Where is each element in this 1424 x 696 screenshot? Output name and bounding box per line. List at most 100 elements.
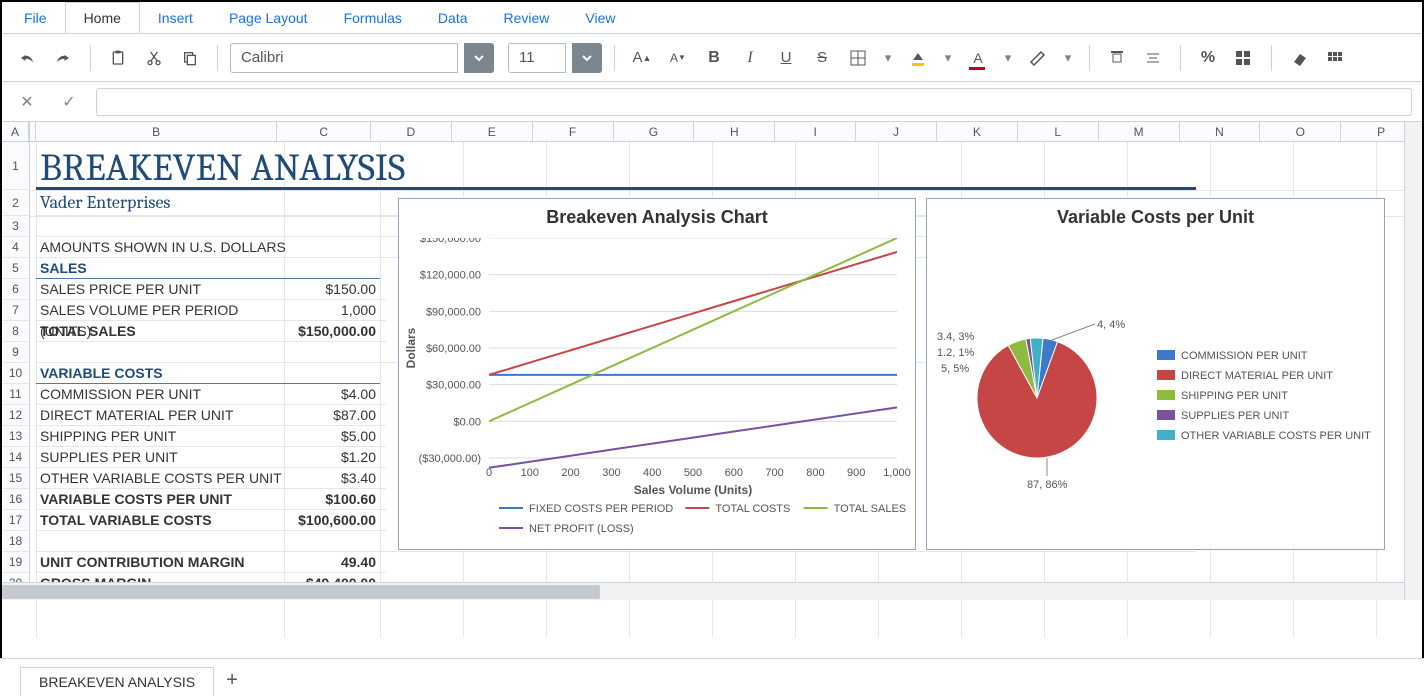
menu-file[interactable]: File: [6, 2, 65, 33]
cell[interactable]: UNIT CONTRIBUTION MARGIN: [36, 552, 290, 573]
cell[interactable]: $4.00: [290, 384, 386, 405]
horizontal-scrollbar[interactable]: [2, 582, 1404, 600]
vertical-scrollbar[interactable]: [1404, 122, 1422, 600]
row-header[interactable]: 15: [2, 468, 29, 489]
redo-button[interactable]: [48, 43, 78, 73]
row-header[interactable]: 12: [2, 405, 29, 426]
borders-button[interactable]: [843, 43, 873, 73]
chart-breakeven-line[interactable]: Breakeven Analysis Chart ($30,000.00)$0.…: [398, 198, 916, 550]
row-header[interactable]: 7: [2, 300, 29, 321]
cell[interactable]: $3.40: [290, 468, 386, 489]
menu-data[interactable]: Data: [420, 2, 486, 33]
col-header[interactable]: C: [277, 122, 371, 141]
row-header[interactable]: 18: [2, 531, 29, 552]
col-header[interactable]: N: [1180, 122, 1261, 141]
cell[interactable]: SHIPPING PER UNIT: [36, 426, 290, 447]
formula-input[interactable]: [96, 88, 1412, 116]
row-header[interactable]: 14: [2, 447, 29, 468]
cell-sales-hdr[interactable]: SALES: [36, 258, 380, 279]
eraser-button[interactable]: [1284, 43, 1314, 73]
fill-color-button[interactable]: [903, 43, 933, 73]
cell[interactable]: $100,600.00: [290, 510, 386, 531]
cell[interactable]: SALES VOLUME PER PERIOD (UNITS): [36, 300, 290, 321]
cell-varcosts-hdr[interactable]: VARIABLE COSTS: [36, 363, 380, 384]
menu-home[interactable]: Home: [65, 2, 140, 33]
cell[interactable]: SUPPLIES PER UNIT: [36, 447, 290, 468]
col-header[interactable]: G: [614, 122, 695, 141]
cell[interactable]: $150,000.00: [290, 321, 386, 342]
strikethrough-button[interactable]: S: [807, 43, 837, 73]
row-header[interactable]: 2: [2, 190, 29, 216]
spreadsheet-grid[interactable]: B C D E F G H I J K L M N O P A 1 2 3 4 …: [2, 122, 1422, 638]
col-header[interactable]: H: [694, 122, 775, 141]
border-color-dropdown[interactable]: ▾: [1059, 43, 1077, 73]
cell[interactable]: $150.00: [290, 279, 386, 300]
menu-formulas[interactable]: Formulas: [326, 2, 420, 33]
col-header[interactable]: B: [36, 122, 278, 141]
percent-button[interactable]: %: [1193, 43, 1223, 73]
cell-title[interactable]: BREAKEVEN ANALYSIS: [36, 142, 1196, 190]
cut-button[interactable]: [139, 43, 169, 73]
copy-button[interactable]: [175, 43, 205, 73]
menu-pagelayout[interactable]: Page Layout: [211, 2, 326, 33]
cell[interactable]: $5.00: [290, 426, 386, 447]
row-header[interactable]: 1: [2, 142, 29, 190]
row-header[interactable]: 5: [2, 258, 29, 279]
row-header[interactable]: 9: [2, 342, 29, 363]
cell[interactable]: $87.00: [290, 405, 386, 426]
font-color-button[interactable]: A: [963, 43, 993, 73]
cell[interactable]: SALES PRICE PER UNIT: [36, 279, 290, 300]
col-header[interactable]: D: [371, 122, 452, 141]
menu-review[interactable]: Review: [486, 2, 568, 33]
row-header[interactable]: 6: [2, 279, 29, 300]
cell[interactable]: TOTAL SALES: [36, 321, 290, 342]
undo-button[interactable]: [12, 43, 42, 73]
col-header[interactable]: L: [1018, 122, 1099, 141]
col-header[interactable]: K: [937, 122, 1018, 141]
borders-dropdown[interactable]: ▾: [879, 43, 897, 73]
cell[interactable]: 49.40: [290, 552, 386, 573]
sheet-tab[interactable]: BREAKEVEN ANALYSIS: [20, 667, 214, 696]
col-header[interactable]: A: [2, 122, 29, 141]
align-center-button[interactable]: [1138, 43, 1168, 73]
decrease-font-button[interactable]: A▼: [663, 43, 693, 73]
col-header[interactable]: M: [1099, 122, 1180, 141]
cell[interactable]: VARIABLE COSTS PER UNIT: [36, 489, 290, 510]
cell[interactable]: OTHER VARIABLE COSTS PER UNIT: [36, 468, 290, 489]
cancel-formula-button[interactable]: ✕: [12, 87, 42, 117]
row-header[interactable]: 17: [2, 510, 29, 531]
increase-font-button[interactable]: A▲: [627, 43, 657, 73]
cell[interactable]: $100.60: [290, 489, 386, 510]
col-header[interactable]: J: [856, 122, 937, 141]
row-header[interactable]: 11: [2, 384, 29, 405]
row-header[interactable]: 8: [2, 321, 29, 342]
cell[interactable]: 1,000: [290, 300, 386, 321]
fill-color-dropdown[interactable]: ▾: [939, 43, 957, 73]
row-header[interactable]: 16: [2, 489, 29, 510]
accept-formula-button[interactable]: ✓: [54, 87, 84, 117]
add-sheet-button[interactable]: +: [214, 669, 250, 696]
col-header[interactable]: O: [1260, 122, 1341, 141]
underline-button[interactable]: U: [771, 43, 801, 73]
border-color-button[interactable]: [1023, 43, 1053, 73]
row-header[interactable]: 3: [2, 216, 29, 237]
size-select[interactable]: 11: [508, 43, 566, 73]
row-header[interactable]: 4: [2, 237, 29, 258]
align-top-button[interactable]: [1102, 43, 1132, 73]
cell[interactable]: COMMISSION PER UNIT: [36, 384, 290, 405]
row-header[interactable]: 13: [2, 426, 29, 447]
cell[interactable]: $1.20: [290, 447, 386, 468]
filter-button[interactable]: [1320, 43, 1350, 73]
col-header[interactable]: E: [452, 122, 533, 141]
menu-view[interactable]: View: [567, 2, 633, 33]
col-header[interactable]: F: [533, 122, 614, 141]
row-header[interactable]: 19: [2, 552, 29, 573]
cell[interactable]: DIRECT MATERIAL PER UNIT: [36, 405, 290, 426]
font-color-dropdown[interactable]: ▾: [999, 43, 1017, 73]
col-header[interactable]: I: [775, 122, 856, 141]
cell[interactable]: TOTAL VARIABLE COSTS: [36, 510, 290, 531]
italic-button[interactable]: I: [735, 43, 765, 73]
paste-button[interactable]: [103, 43, 133, 73]
size-dropdown-button[interactable]: [572, 43, 602, 73]
number-format-button[interactable]: [1229, 43, 1259, 73]
